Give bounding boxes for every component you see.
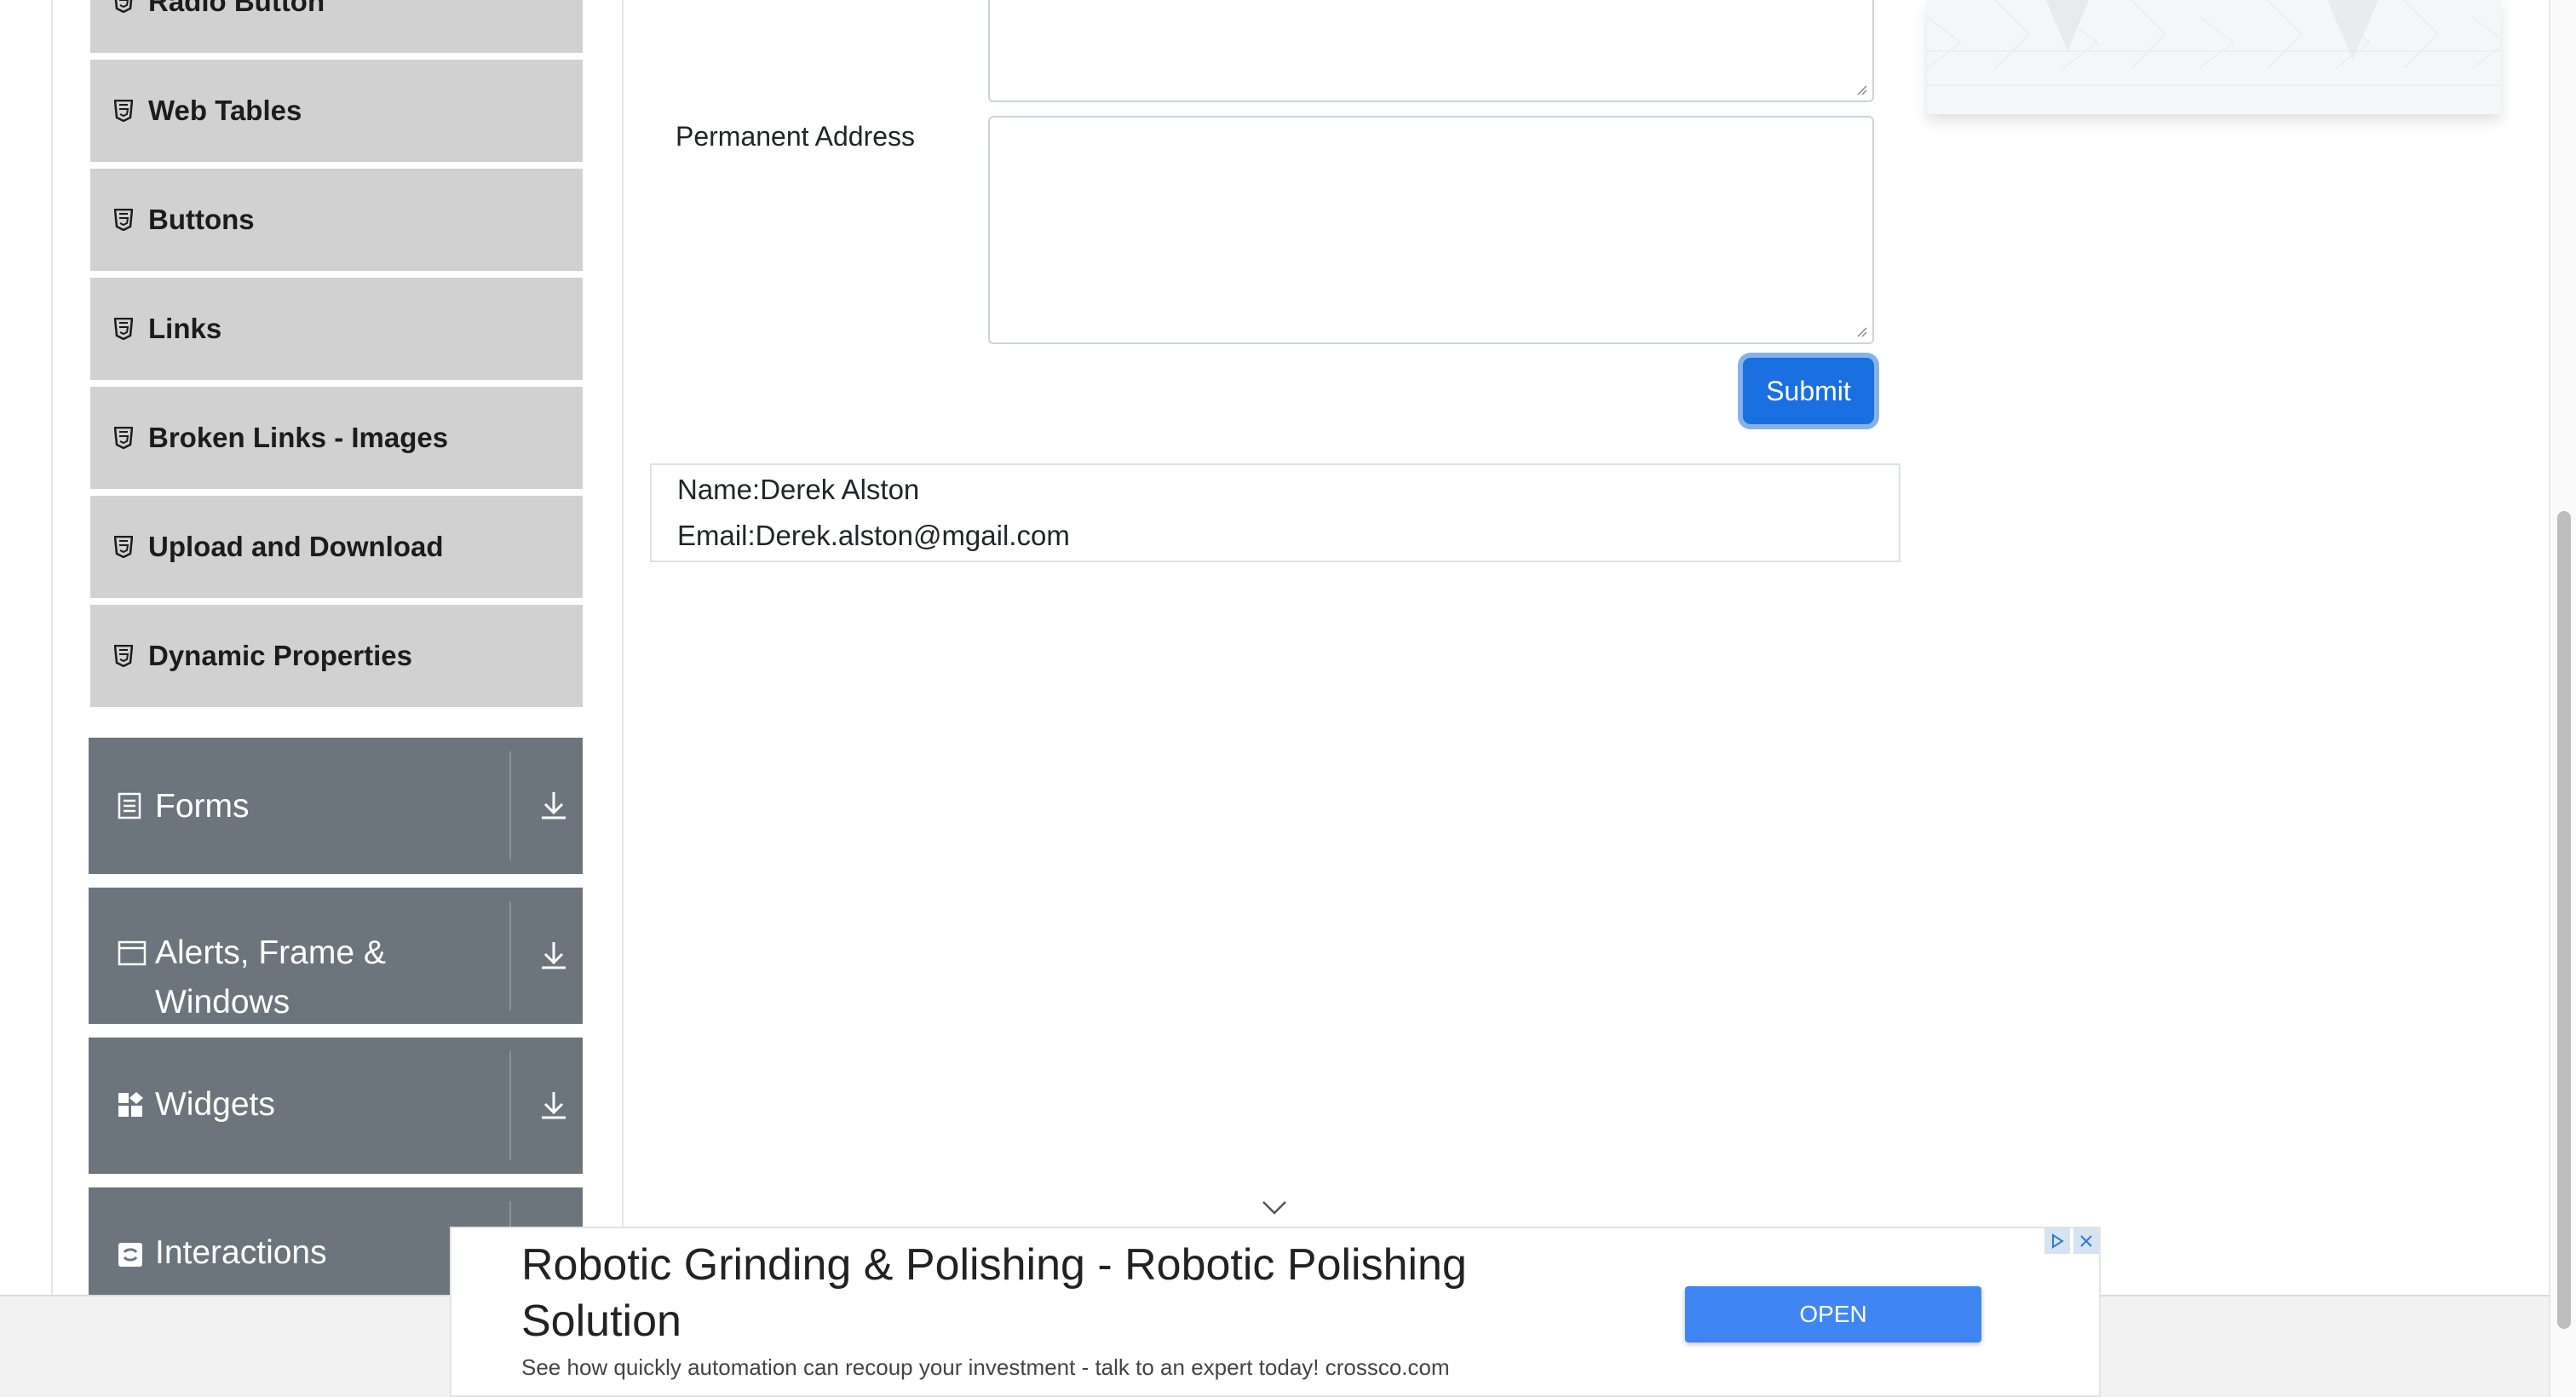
sidebar-item-broken-links[interactable]: Broken Links - Images	[90, 387, 583, 492]
sidebar-item-buttons[interactable]: Buttons	[90, 169, 583, 274]
form-icon	[118, 792, 145, 819]
html5-icon	[114, 209, 133, 231]
sidebar-item-label: Upload and Download	[148, 531, 444, 562]
output-box: Name:Derek Alston Email:Derek.alston@mga…	[650, 463, 1900, 562]
sidebar-group-widgets[interactable]: Widgets	[89, 1038, 583, 1174]
sidebar-right-border	[622, 0, 624, 1295]
group-divider	[509, 751, 511, 860]
sidebar-left-border	[51, 0, 53, 1295]
html5-icon	[114, 0, 133, 13]
sidebar-item-label: Radio Button	[148, 0, 325, 17]
sidebar-item-upload-download[interactable]: Upload and Download	[90, 496, 583, 601]
ad-title[interactable]: Robotic Grinding & Polishing - Robotic P…	[521, 1237, 1544, 1349]
submit-button[interactable]: Submit	[1743, 358, 1874, 424]
ad-badges	[2041, 1228, 2099, 1254]
advertisement-banner[interactable]: Robotic Grinding & Polishing - Robotic P…	[450, 1227, 2101, 1397]
sidebar-item-dynamic-properties[interactable]: Dynamic Properties	[90, 605, 583, 710]
widgets-icon	[118, 1092, 145, 1119]
permanent-address-label: Permanent Address	[676, 121, 916, 152]
sidebar-group-alerts-frame-windows[interactable]: Alerts, Frame & Windows	[89, 888, 583, 1024]
html5-icon	[114, 427, 133, 449]
sidebar-group-forms[interactable]: Forms	[89, 738, 583, 874]
sidebar-item-label: Buttons	[148, 204, 255, 235]
window-icon	[118, 940, 147, 968]
ad-choices-icon[interactable]	[2044, 1228, 2070, 1254]
html5-icon	[114, 318, 133, 340]
sidebar-item-label: Dynamic Properties	[148, 640, 412, 671]
output-name: Name:Derek Alston	[677, 474, 920, 505]
html5-icon	[114, 100, 133, 122]
sidebar-item-links[interactable]: Links	[90, 278, 583, 383]
banner-image	[1927, 0, 2501, 114]
sidebar-group-label-line2: Windows	[155, 984, 290, 1020]
ad-open-button[interactable]: OPEN	[1685, 1286, 1981, 1342]
download-icon[interactable]	[538, 1089, 572, 1123]
current-address-textarea[interactable]	[988, 0, 1874, 102]
resize-handle-icon[interactable]	[1855, 325, 1867, 337]
sidebar-item-label: Web Tables	[148, 95, 302, 126]
download-icon[interactable]	[538, 789, 572, 823]
sidebar-item-label: Broken Links - Images	[148, 422, 449, 453]
resize-handle-icon[interactable]	[1855, 83, 1867, 95]
sidebar-group-label: Forms	[155, 788, 250, 825]
permanent-address-textarea[interactable]	[988, 116, 1874, 344]
sidebar-item-label: Links	[148, 313, 222, 344]
sidebar-group-label: Widgets	[155, 1086, 275, 1123]
ad-description: See how quickly automation can recoup yo…	[521, 1354, 1450, 1380]
sidebar-group-label: Interactions	[155, 1234, 327, 1271]
group-divider	[509, 901, 511, 1010]
html5-icon	[114, 536, 133, 558]
html5-icon	[114, 645, 133, 667]
group-divider	[509, 1051, 511, 1160]
interactions-icon	[118, 1242, 145, 1269]
sidebar-item-radio-button[interactable]: Radio Button	[90, 0, 583, 56]
sidebar-group-label-line1: Alerts, Frame &	[155, 934, 386, 971]
sidebar-item-web-tables[interactable]: Web Tables	[90, 60, 583, 165]
output-email: Email:Derek.alston@mgail.com	[677, 520, 1070, 551]
scrollbar-thumb[interactable]	[2557, 511, 2571, 1329]
chevron-down-icon[interactable]	[1261, 1199, 1288, 1216]
close-icon[interactable]	[2073, 1228, 2099, 1254]
download-icon[interactable]	[538, 939, 572, 973]
